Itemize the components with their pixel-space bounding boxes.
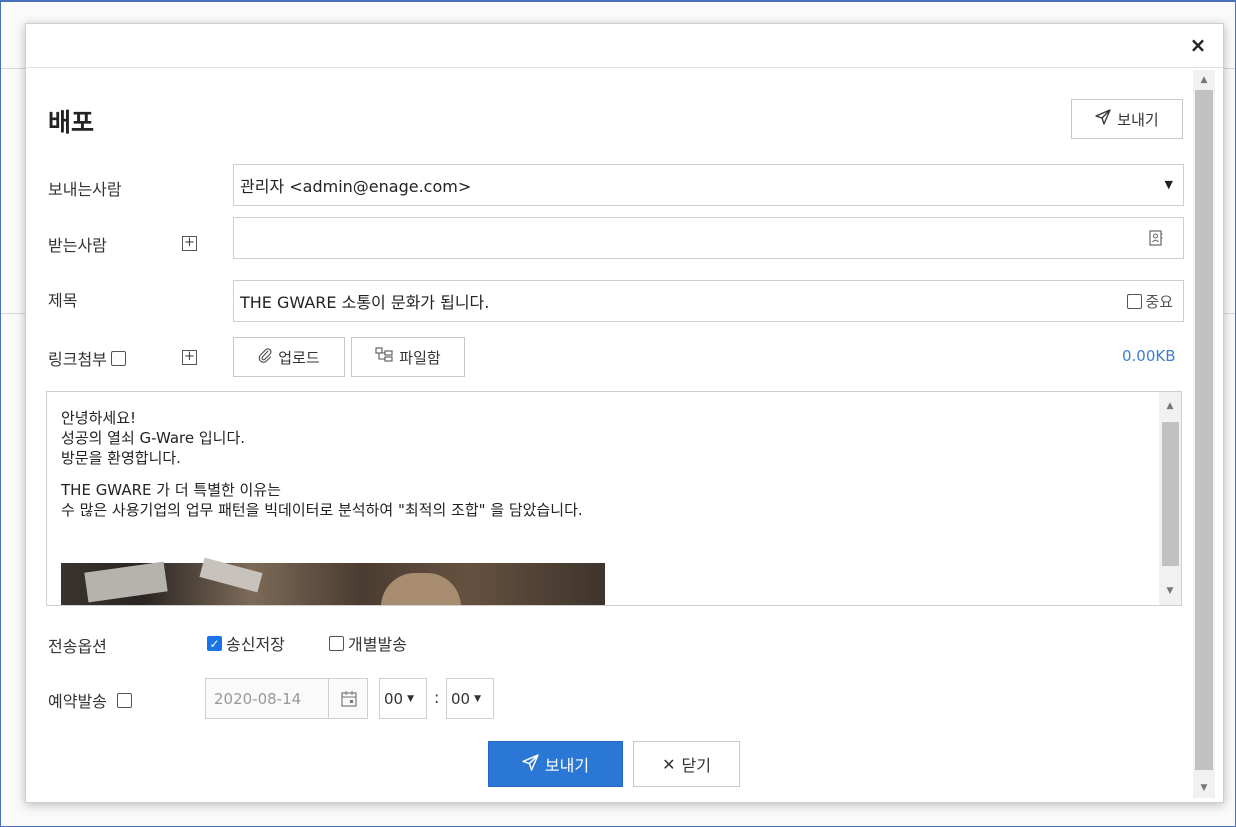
subject-label: 제목: [48, 291, 78, 310]
save-sent-checkbox[interactable]: ✓: [207, 635, 222, 651]
top-send-button[interactable]: 보내기: [1071, 99, 1183, 139]
folder-tree-icon: [375, 347, 393, 367]
send-options-label: 전송옵션: [48, 637, 107, 656]
sender-value: 관리자 <admin@enage.com>: [240, 177, 472, 196]
close-icon: ✕: [662, 754, 676, 774]
link-attach-label: 링크첨부: [48, 350, 107, 369]
embedded-photo: [61, 557, 605, 605]
editor-scrollbar[interactable]: ▲ ▼: [1159, 392, 1181, 605]
send-label: 보내기: [544, 756, 590, 775]
editor-line: 방문을 환영합니다.: [61, 449, 181, 467]
body-editor[interactable]: 안녕하세요! 성공의 열쇠 G-Ware 입니다. 방문을 환영합니다. THE…: [46, 391, 1182, 606]
editor-line: THE GWARE 가 더 특별한 이유는: [61, 481, 281, 499]
scheduled-send-label: 예약발송: [48, 692, 107, 711]
upload-label: 업로드: [278, 348, 320, 367]
editor-line: 수 많은 사용기업의 업무 패턴을 빅데이터로 분석하여 "최적의 조합" 을 …: [61, 501, 583, 519]
chevron-down-icon: ▼: [474, 693, 482, 704]
greeting-paragraph: 안녕하세요! 성공의 열쇠 G-Ware 입니다. 방문을 환영합니다.: [61, 408, 583, 468]
scroll-thumb[interactable]: [1162, 422, 1179, 566]
scroll-down-icon[interactable]: ▼: [1193, 780, 1215, 796]
recipient-input[interactable]: [233, 217, 1184, 259]
paper-plane-icon: [522, 753, 539, 775]
important-toggle[interactable]: 중요: [1127, 291, 1173, 312]
time-separator: :: [434, 688, 440, 707]
add-recipient-icon[interactable]: +: [182, 236, 197, 251]
close-button[interactable]: ✕ 닫기: [633, 741, 740, 787]
individual-send-label: 개별발송: [348, 635, 407, 654]
scroll-up-icon[interactable]: ▲: [1159, 398, 1181, 414]
send-button[interactable]: 보내기: [488, 741, 623, 787]
schedule-date-input[interactable]: 2020-08-14: [205, 678, 368, 719]
attachment-size: 0.00KB: [1122, 347, 1176, 365]
individual-send-option[interactable]: 개별발송: [329, 631, 407, 655]
hour-value: 00: [384, 689, 404, 708]
close-icon[interactable]: ×: [1187, 34, 1209, 56]
important-checkbox[interactable]: [1127, 294, 1143, 309]
scroll-thumb[interactable]: [1195, 90, 1213, 770]
recipient-label: 받는사람: [48, 236, 107, 255]
sender-label: 보내는사람: [48, 180, 122, 199]
editor-line: 성공의 열쇠 G-Ware 입니다.: [61, 429, 246, 447]
subject-value: THE GWARE 소통이 문화가 됩니다.: [240, 293, 490, 312]
chevron-down-icon: ▼: [1164, 178, 1173, 191]
scroll-down-icon[interactable]: ▼: [1159, 583, 1181, 599]
editor-content[interactable]: 안녕하세요! 성공의 열쇠 G-Ware 입니다. 방문을 환영합니다. THE…: [61, 408, 583, 532]
filebox-label: 파일함: [399, 348, 441, 367]
filebox-button[interactable]: 파일함: [351, 337, 465, 377]
minute-value: 00: [451, 689, 471, 708]
chevron-down-icon: ▼: [407, 693, 415, 704]
distribute-dialog: × ▲ ▼ 배포 보내기 보내는사람 관리자 <admin@enage.com>…: [25, 23, 1224, 803]
schedule-date-value: 2020-08-14: [214, 689, 302, 708]
link-attach-checkbox[interactable]: [110, 350, 126, 366]
hour-select[interactable]: 00 ▼: [379, 678, 427, 719]
calendar-icon[interactable]: [328, 679, 368, 718]
subject-input[interactable]: THE GWARE 소통이 문화가 됩니다. 중요: [233, 280, 1184, 322]
paper-plane-icon: [1095, 109, 1111, 129]
scroll-up-icon[interactable]: ▲: [1193, 72, 1215, 88]
upload-button[interactable]: 업로드: [233, 337, 345, 377]
editor-line: 안녕하세요!: [61, 409, 137, 427]
minute-select[interactable]: 00 ▼: [446, 678, 494, 719]
dialog-header: ×: [26, 24, 1223, 68]
save-sent-label: 송신저장: [226, 635, 285, 654]
important-label: 중요: [1145, 293, 1173, 311]
paperclip-icon: [258, 347, 272, 367]
close-label: 닫기: [681, 756, 711, 775]
sender-select[interactable]: 관리자 <admin@enage.com> ▼: [233, 164, 1184, 206]
scheduled-send-row: 예약발송: [48, 688, 132, 712]
save-sent-option[interactable]: ✓ 송신저장: [207, 631, 285, 655]
individual-send-checkbox[interactable]: [329, 635, 344, 651]
link-attach-row: 링크첨부: [48, 346, 126, 370]
dialog-title: 배포: [48, 108, 95, 137]
top-send-label: 보내기: [1117, 110, 1159, 129]
scheduled-send-checkbox[interactable]: [116, 692, 132, 708]
intro-paragraph: THE GWARE 가 더 특별한 이유는 수 많은 사용기업의 업무 패턴을 …: [61, 480, 583, 520]
address-book-icon[interactable]: [1149, 230, 1163, 250]
add-attachment-icon[interactable]: +: [182, 350, 197, 365]
dialog-scrollbar[interactable]: ▲ ▼: [1193, 70, 1215, 798]
